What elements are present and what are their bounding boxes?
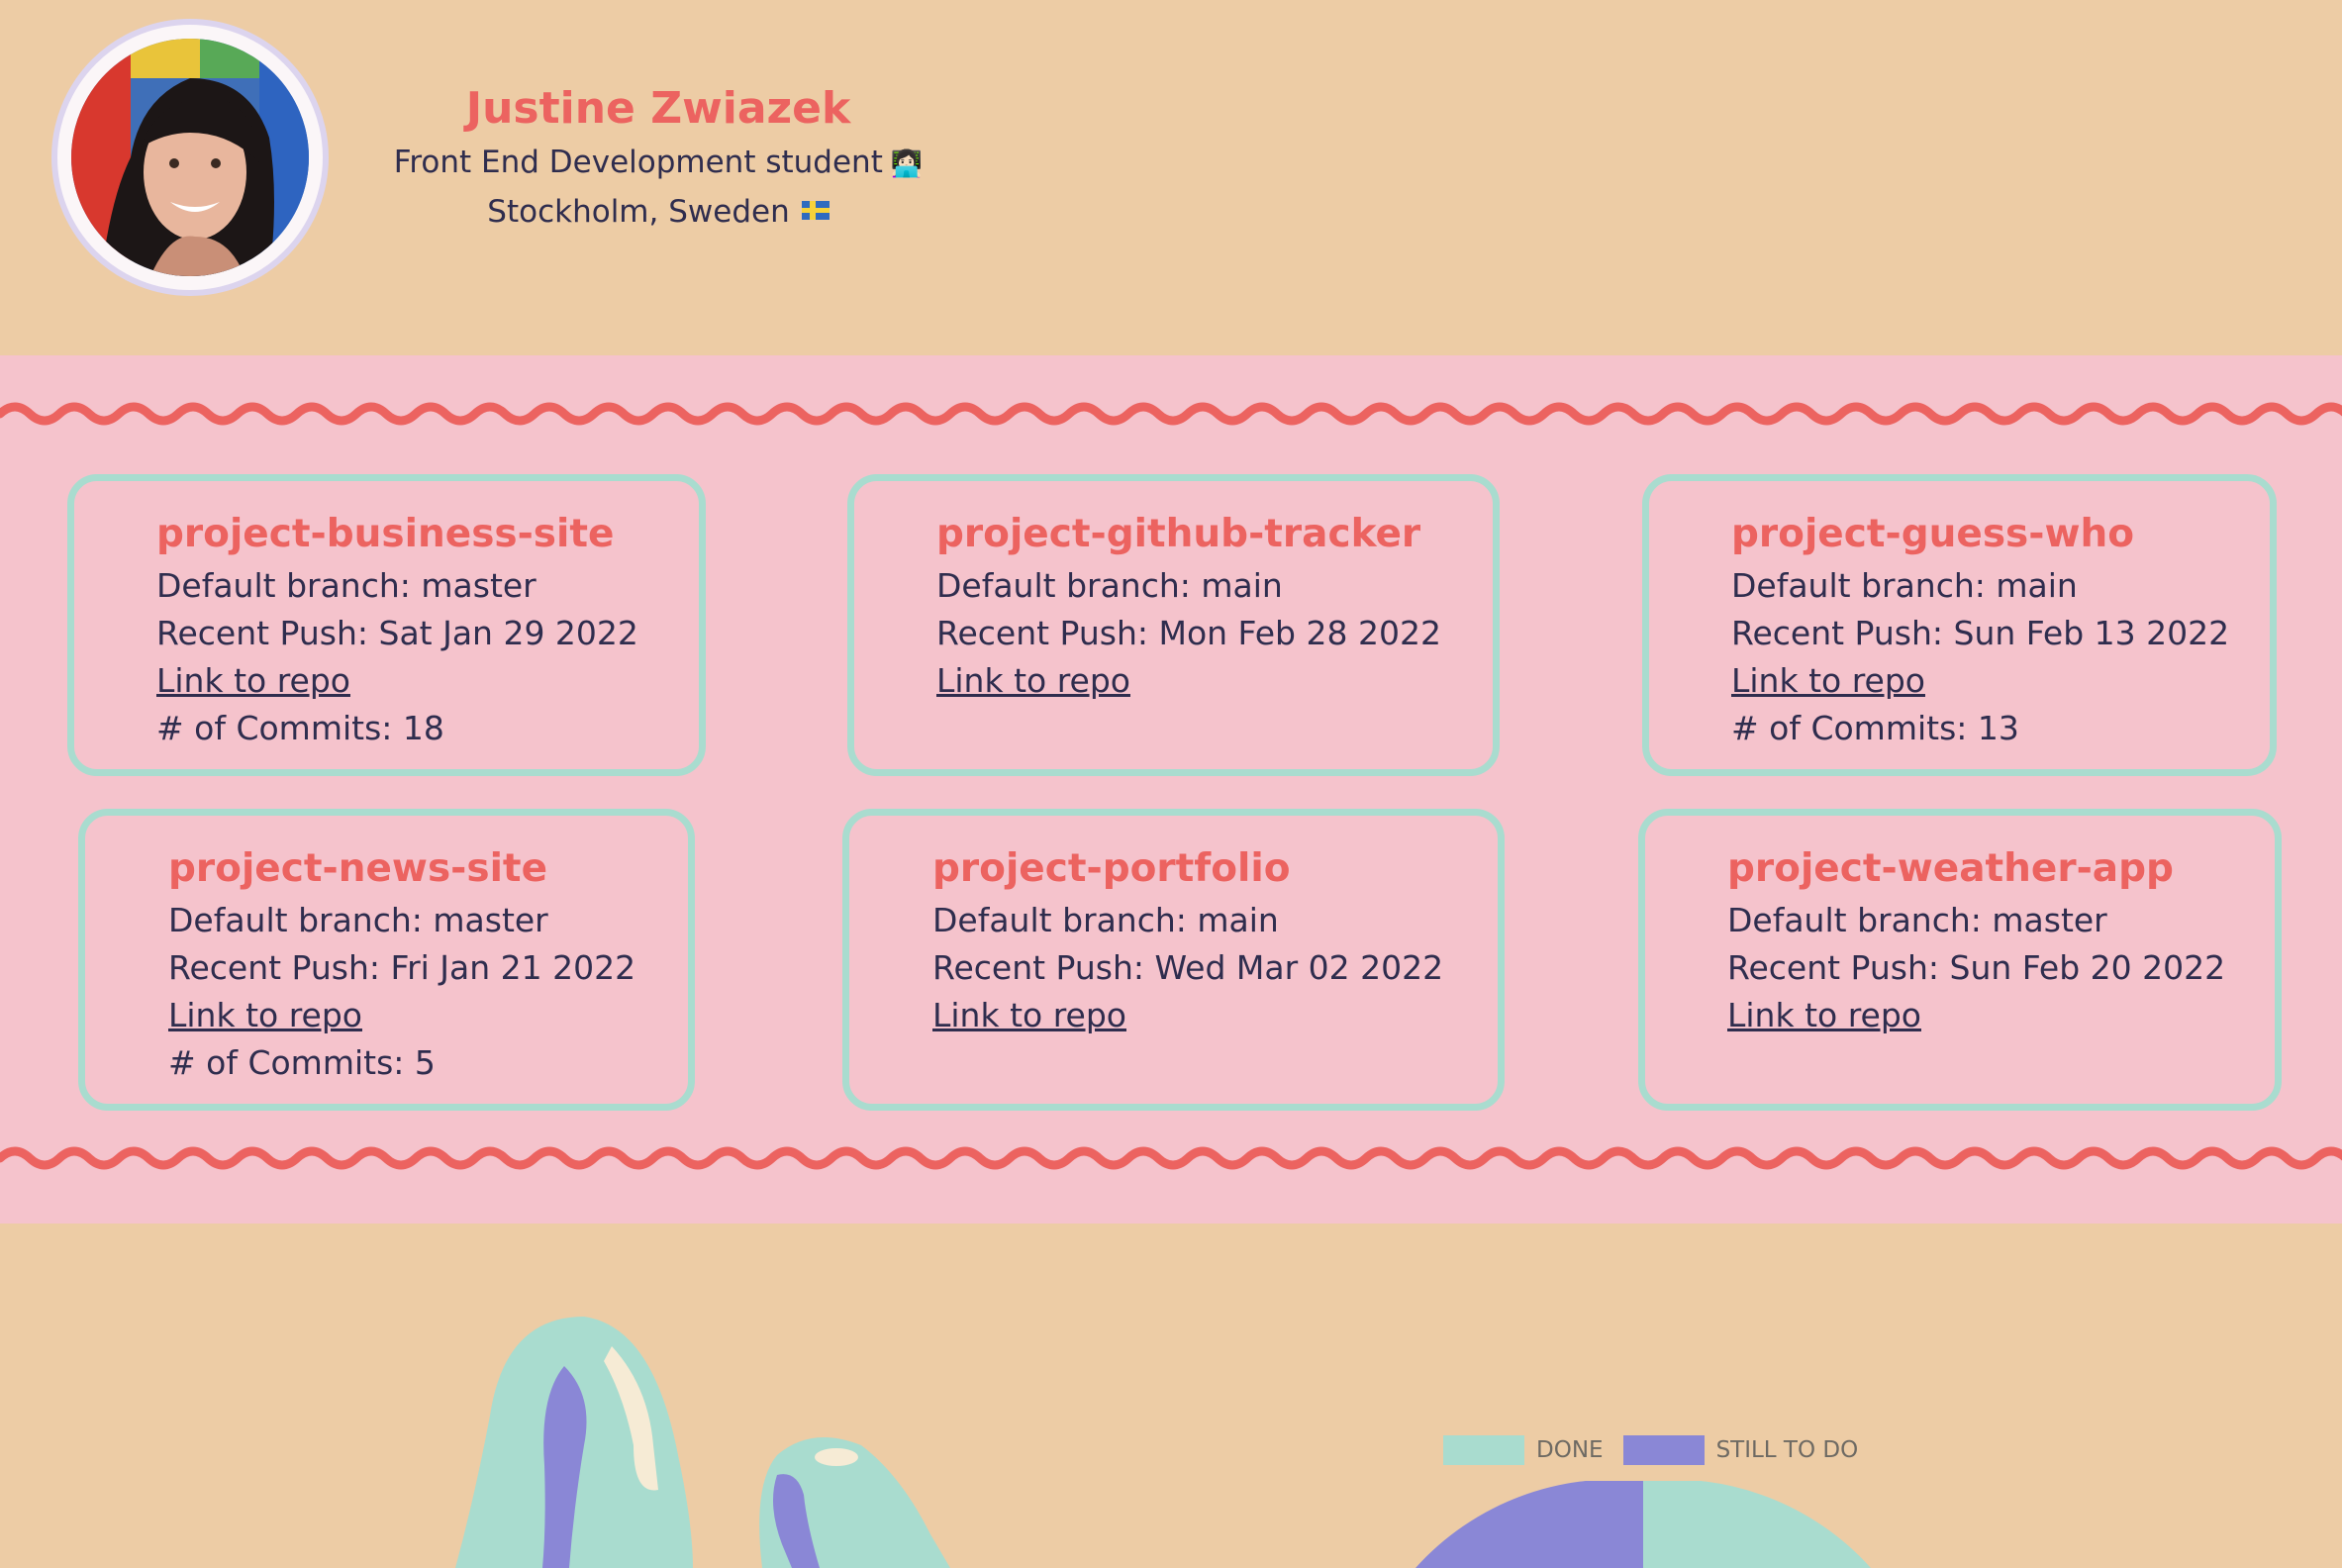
repo-link[interactable]: Link to repo xyxy=(936,657,1476,705)
recent-push: Recent Push: Mon Feb 28 2022 xyxy=(936,614,1441,652)
progress-pie-chart xyxy=(1415,1481,1871,1568)
default-branch: Default branch: main xyxy=(1731,566,2078,605)
project-name: project-business-site xyxy=(156,512,615,556)
pie-slice-done xyxy=(1643,1481,1871,1568)
chart-legend: DONE STILL TO DO xyxy=(1443,1435,1878,1465)
user-location-text: Stockholm, Sweden xyxy=(487,193,790,230)
legend-swatch-done xyxy=(1443,1435,1524,1465)
default-branch: Default branch: main xyxy=(936,566,1283,605)
wave-divider-top xyxy=(0,402,2342,426)
profile-photo xyxy=(71,39,309,276)
projects-section: project-business-site Default branch: ma… xyxy=(0,355,2342,1224)
user-name: Justine Zwiazek xyxy=(465,83,851,134)
user-role-text: Front End Development student xyxy=(393,145,883,180)
recent-push: Recent Push: Fri Jan 21 2022 xyxy=(168,948,636,987)
user-role: Front End Development student 👩🏻‍💻 xyxy=(356,139,960,188)
project-name: project-guess-who xyxy=(1731,512,2135,556)
project-card: project-guess-who Default branch: main R… xyxy=(1642,474,2277,776)
legend-label-todo: STILL TO DO xyxy=(1715,1437,1859,1463)
repo-link[interactable]: Link to repo xyxy=(1731,657,2253,705)
avatar xyxy=(51,19,329,296)
default-branch: Default branch: master xyxy=(1727,901,2107,939)
project-card: project-weather-app Default branch: mast… xyxy=(1638,809,2282,1111)
pie-slice-todo xyxy=(1415,1481,1643,1568)
repo-link[interactable]: Link to repo xyxy=(1727,992,2258,1039)
default-branch: Default branch: master xyxy=(156,566,537,605)
default-branch: Default branch: master xyxy=(168,901,548,939)
commit-count: # of Commits: 13 xyxy=(1731,709,2019,747)
project-name: project-weather-app xyxy=(1727,846,2174,891)
user-location: Stockholm, Sweden xyxy=(356,188,960,236)
recent-push: Recent Push: Sun Feb 20 2022 xyxy=(1727,948,2226,987)
commit-count: # of Commits: 18 xyxy=(156,709,444,747)
project-name: project-portfolio xyxy=(932,846,1291,891)
recent-push: Recent Push: Sun Feb 13 2022 xyxy=(1731,614,2230,652)
project-name: project-github-tracker xyxy=(936,512,1421,556)
project-card: project-github-tracker Default branch: m… xyxy=(847,474,1500,776)
sweden-flag-icon xyxy=(801,200,829,220)
recent-push: Recent Push: Sat Jan 29 2022 xyxy=(156,614,638,652)
repo-link[interactable]: Link to repo xyxy=(156,657,682,705)
commit-count: # of Commits: 5 xyxy=(168,1043,436,1082)
wave-divider-bottom xyxy=(0,1146,2342,1170)
decorative-illustration xyxy=(455,1317,950,1568)
repo-link[interactable]: Link to repo xyxy=(932,992,1482,1039)
project-card: project-business-site Default branch: ma… xyxy=(67,474,706,776)
recent-push: Recent Push: Wed Mar 02 2022 xyxy=(932,948,1444,987)
technologist-emoji-icon: 👩🏻‍💻 xyxy=(890,148,924,179)
default-branch: Default branch: main xyxy=(932,901,1279,939)
user-info: Justine Zwiazek Front End Development st… xyxy=(356,79,960,236)
legend-label-done: DONE xyxy=(1536,1437,1604,1463)
project-name: project-news-site xyxy=(168,846,548,891)
project-card: project-portfolio Default branch: main R… xyxy=(842,809,1505,1111)
legend-swatch-todo xyxy=(1622,1435,1705,1465)
repo-link[interactable]: Link to repo xyxy=(168,992,672,1039)
project-card: project-news-site Default branch: master… xyxy=(78,809,695,1111)
